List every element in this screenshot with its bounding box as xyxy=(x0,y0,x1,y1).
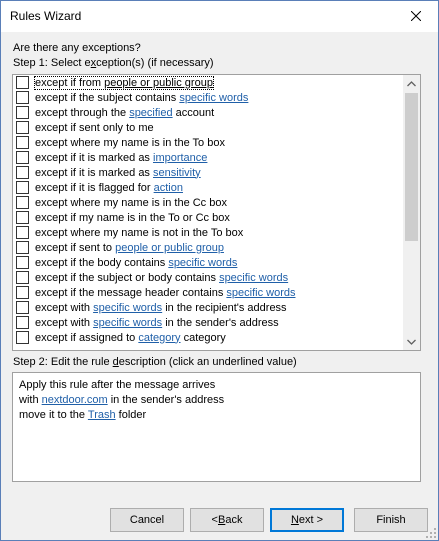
exception-checkbox[interactable] xyxy=(16,106,29,119)
close-button[interactable] xyxy=(393,1,438,31)
exception-checkbox[interactable] xyxy=(16,91,29,104)
exception-item[interactable]: except where my name is in the Cc box xyxy=(13,195,403,210)
exception-label: except if assigned to category category xyxy=(35,331,226,344)
step2-label: Step 2: Edit the rule description (click… xyxy=(13,356,297,368)
exception-value-link[interactable]: sensitivity xyxy=(153,167,201,179)
exception-checkbox[interactable] xyxy=(16,196,29,209)
exception-checkbox[interactable] xyxy=(16,271,29,284)
exception-checkbox[interactable] xyxy=(16,331,29,344)
exception-item[interactable]: except with specific words in the recipi… xyxy=(13,300,403,315)
folder-link[interactable]: Trash xyxy=(88,409,116,421)
exception-checkbox[interactable] xyxy=(16,226,29,239)
exception-checkbox[interactable] xyxy=(16,241,29,254)
exception-label: except where my name is in the Cc box xyxy=(35,196,227,209)
exception-item[interactable]: except if the subject or body contains s… xyxy=(13,270,403,285)
cancel-button[interactable]: Cancel xyxy=(110,508,184,532)
exception-item[interactable]: except if sent only to me xyxy=(13,120,403,135)
exception-label: except if the subject or body contains s… xyxy=(35,271,289,284)
title-bar: Rules Wizard xyxy=(1,1,438,32)
exception-item[interactable]: except if assigned to category category xyxy=(13,330,403,345)
exception-item[interactable]: except if the subject contains specific … xyxy=(13,90,403,105)
exception-checkbox[interactable] xyxy=(16,211,29,224)
exception-checkbox[interactable] xyxy=(16,256,29,269)
exception-label: except if it is marked as sensitivity xyxy=(35,166,201,179)
exception-item[interactable]: except if it is flagged for action xyxy=(13,180,403,195)
finish-button[interactable]: Finish xyxy=(354,508,428,532)
exceptions-rows: except if from people or public group exc… xyxy=(13,75,403,345)
exception-value-link[interactable]: category xyxy=(138,332,180,344)
exception-label: except if it is marked as importance xyxy=(35,151,208,164)
exception-label: except if sent only to me xyxy=(35,121,154,134)
exception-item[interactable]: except where my name is not in the To bo… xyxy=(13,225,403,240)
close-icon xyxy=(410,11,421,21)
step1-label: Step 1: Select exception(s) (if necessar… xyxy=(13,57,214,69)
exception-label: except if sent to people or public group xyxy=(35,241,224,254)
sender-address-link[interactable]: nextdoor.com xyxy=(42,394,108,406)
exception-label: except if the subject contains specific … xyxy=(35,91,249,104)
exception-label: except if my name is in the To or Cc box xyxy=(35,211,230,224)
exception-item[interactable]: except if my name is in the To or Cc box xyxy=(13,210,403,225)
exception-checkbox[interactable] xyxy=(16,301,29,314)
exception-checkbox[interactable] xyxy=(16,136,29,149)
exception-checkbox[interactable] xyxy=(16,121,29,134)
exception-checkbox[interactable] xyxy=(16,316,29,329)
exceptions-scrollbar[interactable] xyxy=(403,75,420,350)
desc-line-3: move it to the Trash folder xyxy=(19,409,147,421)
scroll-down-button[interactable] xyxy=(403,333,420,350)
exception-item[interactable]: except with specific words in the sender… xyxy=(13,315,403,330)
exception-label: except if the message header contains sp… xyxy=(35,286,296,299)
exception-label: except if it is flagged for action xyxy=(35,181,183,194)
exception-checkbox[interactable] xyxy=(16,286,29,299)
exception-item[interactable]: except if the message header contains sp… xyxy=(13,285,403,300)
rules-wizard-window: Rules Wizard Are there any exceptions? S… xyxy=(0,0,439,541)
exception-label: except where my name is not in the To bo… xyxy=(35,226,244,239)
resize-grip-icon[interactable] xyxy=(426,528,436,538)
exception-value-link[interactable]: importance xyxy=(153,152,207,164)
exception-item[interactable]: except through the specified account xyxy=(13,105,403,120)
exception-label: except with specific words in the recipi… xyxy=(35,301,287,314)
exception-value-link[interactable]: action xyxy=(154,182,183,194)
window-title: Rules Wizard xyxy=(10,9,82,23)
exception-label: except through the specified account xyxy=(35,106,215,119)
exception-value-link[interactable]: specific words xyxy=(226,287,295,299)
rule-description-box: Apply this rule after the message arrive… xyxy=(12,372,421,482)
exception-value-link[interactable]: specific words xyxy=(179,92,248,104)
exceptions-list[interactable]: except if from people or public group exc… xyxy=(12,74,421,351)
exception-item[interactable]: except if it is marked as importance xyxy=(13,150,403,165)
exceptions-question: Are there any exceptions? xyxy=(13,42,141,54)
exception-value-link[interactable]: people or public group xyxy=(115,242,224,254)
exception-item[interactable]: except if it is marked as sensitivity xyxy=(13,165,403,180)
exception-checkbox[interactable] xyxy=(16,76,29,89)
exception-value-link[interactable]: specific words xyxy=(168,257,237,269)
exception-item[interactable]: except if the body contains specific wor… xyxy=(13,255,403,270)
chevron-down-icon xyxy=(407,339,416,345)
exception-checkbox[interactable] xyxy=(16,151,29,164)
scroll-up-button[interactable] xyxy=(403,75,420,92)
desc-line-1: Apply this rule after the message arrive… xyxy=(19,379,216,391)
exception-value-link[interactable]: people or public group xyxy=(104,77,213,89)
back-button[interactable]: < Back xyxy=(190,508,264,532)
scroll-thumb[interactable] xyxy=(405,93,418,241)
chevron-up-icon xyxy=(407,80,416,86)
exception-label: except if the body contains specific wor… xyxy=(35,256,238,269)
exception-label: except where my name is in the To box xyxy=(35,136,225,149)
exception-item[interactable]: except where my name is in the To box xyxy=(13,135,403,150)
exception-checkbox[interactable] xyxy=(16,181,29,194)
exception-checkbox[interactable] xyxy=(16,166,29,179)
exception-item[interactable]: except if from people or public group xyxy=(13,75,403,90)
exception-value-link[interactable]: specified xyxy=(129,107,172,119)
exception-label: except if from people or public group xyxy=(34,75,214,90)
next-button[interactable]: Next > xyxy=(270,508,344,532)
exception-value-link[interactable]: specific words xyxy=(93,317,162,329)
desc-line-2: with nextdoor.com in the sender's addres… xyxy=(19,394,225,406)
exception-value-link[interactable]: specific words xyxy=(219,272,288,284)
exception-item[interactable]: except if sent to people or public group xyxy=(13,240,403,255)
exception-label: except with specific words in the sender… xyxy=(35,316,279,329)
exception-value-link[interactable]: specific words xyxy=(93,302,162,314)
